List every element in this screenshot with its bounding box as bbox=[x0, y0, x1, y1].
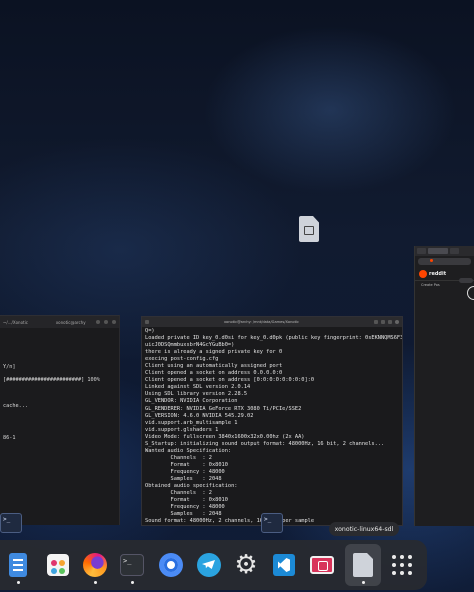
left-terminal-close-button[interactable] bbox=[112, 320, 116, 324]
dock-xonotic[interactable] bbox=[309, 552, 335, 578]
dock-store[interactable] bbox=[45, 552, 71, 578]
left-terminal-title: ~/.../Xonotic bbox=[3, 319, 28, 325]
main-terminal-line: Format : 0x8010 bbox=[145, 497, 228, 504]
browser-tab[interactable] bbox=[450, 248, 459, 254]
main-terminal-line: Obtained audio specification: bbox=[145, 483, 238, 490]
profile-circle-icon[interactable] bbox=[467, 286, 474, 300]
dock-terminal[interactable]: >_ bbox=[119, 552, 145, 578]
new-tab-button[interactable] bbox=[145, 320, 149, 324]
left-window-terminal-icon: >_ bbox=[0, 513, 22, 533]
reddit-logo-icon[interactable] bbox=[419, 269, 427, 278]
running-indicator bbox=[17, 581, 20, 584]
main-terminal-line: Channels : 2 bbox=[145, 454, 212, 461]
dock-xonotic-sdl[interactable] bbox=[350, 552, 376, 578]
dock-settings[interactable]: ⚙ bbox=[233, 552, 259, 578]
dock-vscode[interactable] bbox=[271, 552, 297, 578]
main-terminal-line: GL_VENDOR: NVIDIA Corporation bbox=[145, 398, 238, 405]
xonotic-sdl-file-icon bbox=[353, 553, 373, 577]
browser-tab[interactable] bbox=[417, 248, 426, 254]
left-terminal-titlebar[interactable]: ~/.../Xonotic xonotic@archy bbox=[0, 316, 119, 328]
create-post-label[interactable]: Create Pos bbox=[421, 283, 468, 287]
telegram-icon bbox=[197, 553, 221, 577]
main-terminal-title: xonotic@archy: /mnt/data/Games/Xonotic bbox=[224, 320, 299, 324]
files-icon bbox=[9, 553, 27, 577]
search-button[interactable] bbox=[374, 320, 378, 324]
main-terminal-line: Loaded private ID key_0.d0si for key_0.d… bbox=[145, 335, 403, 342]
xonotic-icon bbox=[310, 556, 334, 574]
app-grid-icon bbox=[391, 554, 413, 576]
main-terminal-window[interactable]: xonotic@archy: /mnt/data/Games/Xonotic Q… bbox=[141, 316, 403, 526]
left-terminal-output: Y/n] [########################] 100% cac… bbox=[0, 328, 119, 445]
browser-tab-strip[interactable] bbox=[415, 246, 474, 262]
reddit-search-box[interactable] bbox=[459, 278, 473, 283]
main-terminal-line: Client using an automatically assigned p… bbox=[145, 363, 283, 370]
main-terminal-line: uicJ0DSQmmbuxsbrN4GcYGuBb0=) bbox=[145, 342, 235, 349]
browser-window[interactable]: reddit Create Pos bbox=[414, 246, 474, 526]
chromium-icon bbox=[159, 553, 183, 577]
main-terminal-line: Video Mode: fullscreen 3840x1600x32x0.00… bbox=[145, 433, 305, 440]
minimize-button[interactable] bbox=[388, 320, 392, 324]
main-terminal-line: Frequency : 48000 bbox=[145, 468, 225, 475]
main-terminal-line: Client opened a socket on address [0:0:0… bbox=[145, 377, 315, 384]
main-terminal-line: Client opened a socket on address 0.0.0.… bbox=[145, 370, 283, 377]
main-terminal-line: S_Startup: initializing sound output for… bbox=[145, 440, 385, 447]
floating-file-icon bbox=[299, 216, 319, 242]
main-terminal-line: there is already a signed private key fo… bbox=[145, 349, 283, 356]
main-terminal-line: vid.support.arb_multisample 1 bbox=[145, 419, 238, 426]
main-terminal-line: GL_RENDERER: NVIDIA GeForce RTX 3080 Ti/… bbox=[145, 405, 302, 412]
main-terminal-line: vid.support.glshaders 1 bbox=[145, 426, 219, 433]
main-terminal-line: Linked against SDL version 2.0.14 bbox=[145, 384, 251, 391]
dock-chromium[interactable] bbox=[158, 552, 184, 578]
dock-app-grid[interactable] bbox=[389, 552, 415, 578]
dock-tooltip: xonotic-linux64-sdl bbox=[329, 522, 399, 536]
left-terminal-subtitle: xonotic@archy bbox=[55, 319, 86, 325]
terminal-icon: >_ bbox=[120, 554, 144, 576]
main-window-terminal-icon: >_ bbox=[261, 513, 283, 533]
main-terminal-line: Wanted audio Specification: bbox=[145, 447, 232, 454]
main-terminal-line: execing post-config.cfg bbox=[145, 356, 219, 363]
main-terminal-line: GL_VERSION: 4.6.0 NVIDIA 545.29.02 bbox=[145, 412, 254, 419]
reddit-wordmark[interactable]: reddit bbox=[429, 271, 446, 277]
main-terminal-line: Samples : 2048 bbox=[145, 475, 222, 482]
browser-url-bar[interactable] bbox=[418, 258, 471, 265]
store-icon bbox=[47, 554, 69, 576]
dock-firefox[interactable] bbox=[82, 552, 108, 578]
main-terminal-line: Q=) bbox=[145, 328, 155, 334]
main-terminal-output: Q=) Loaded private ID key_0.d0si for key_… bbox=[142, 327, 403, 525]
main-terminal-line: Channels : 2 bbox=[145, 490, 212, 497]
running-indicator bbox=[362, 581, 365, 584]
main-terminal-line: Using SDL library version 2.28.5 bbox=[145, 391, 248, 398]
left-terminal-line: [########################] 100% bbox=[3, 376, 100, 383]
vscode-icon bbox=[273, 554, 295, 576]
running-indicator bbox=[94, 581, 97, 584]
browser-tab-active[interactable] bbox=[428, 248, 448, 262]
settings-gear-icon: ⚙ bbox=[234, 550, 258, 580]
left-terminal-menu-button[interactable] bbox=[96, 320, 100, 324]
left-terminal-minimize-button[interactable] bbox=[104, 320, 108, 324]
dock: >_ ⚙ bbox=[0, 540, 427, 590]
close-button[interactable] bbox=[395, 320, 399, 324]
main-terminal-titlebar[interactable]: xonotic@archy: /mnt/data/Games/Xonotic bbox=[142, 317, 402, 327]
main-terminal-line: Frequency : 48000 bbox=[145, 504, 225, 511]
menu-button[interactable] bbox=[381, 320, 385, 324]
left-terminal-line: 86-1 bbox=[3, 435, 16, 441]
dock-telegram[interactable] bbox=[196, 552, 222, 578]
dock-files[interactable] bbox=[5, 552, 31, 578]
left-terminal-window[interactable]: ~/.../Xonotic xonotic@archy Y/n] [######… bbox=[0, 315, 120, 525]
running-indicator bbox=[131, 581, 134, 584]
main-terminal-line: Format : 0x8010 bbox=[145, 461, 228, 468]
firefox-icon bbox=[83, 553, 107, 577]
